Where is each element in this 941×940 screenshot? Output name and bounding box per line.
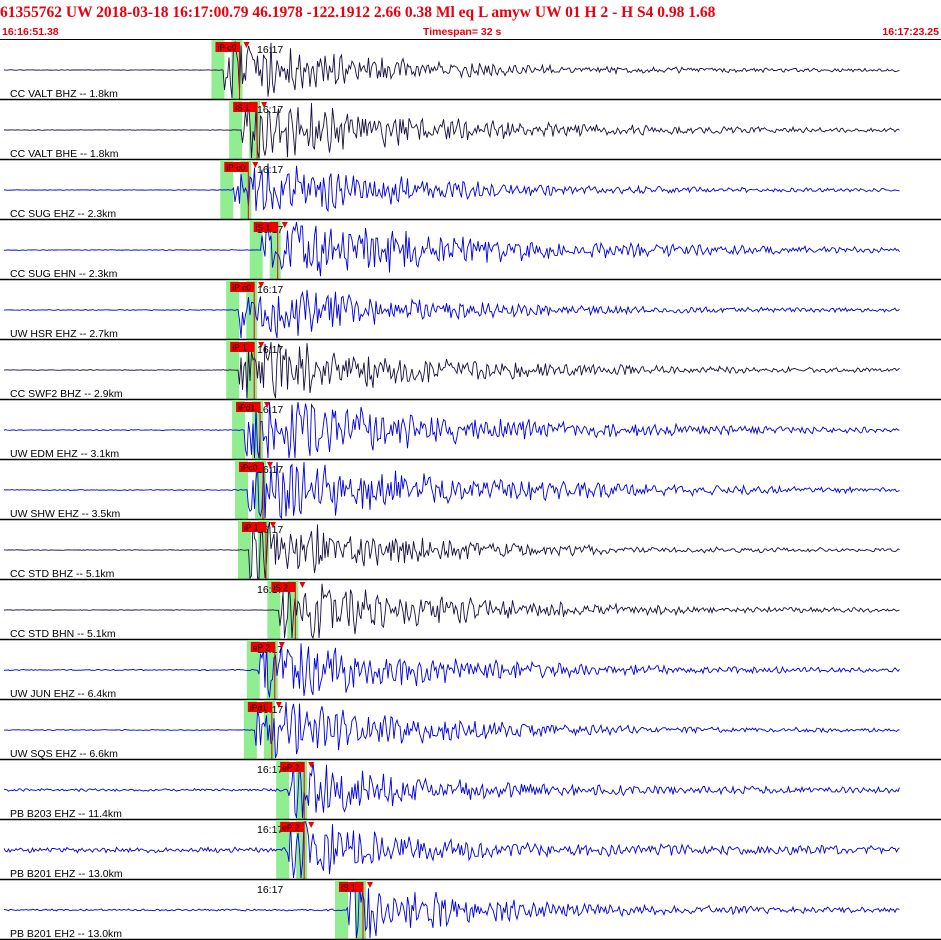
pick-label: iPd1: [250, 703, 267, 713]
pick-label: iP c0: [217, 43, 236, 53]
pick-label: iP 1: [244, 523, 259, 533]
waveform-trace: [3, 401, 900, 459]
seismogram-panels[interactable]: 16:17 iP c0 CC VALT BHZ -- 1.8km 16:17 iS 1 C…: [0, 40, 941, 940]
waveform-trace: [3, 221, 900, 277]
pick-label: iPc0: [241, 463, 258, 473]
waveform-trace: [3, 761, 900, 819]
panel-time-label: 16:17: [257, 104, 283, 116]
pick-label: eP 2: [282, 763, 300, 773]
station-label: CC VALT BHZ -- 1.8km: [10, 88, 118, 100]
station-label: UW EDM EHZ -- 3.1km: [10, 448, 119, 460]
waveform-trace: [3, 641, 900, 698]
trace-panel: 16:17 iS 1 PB B201 EH2 -- 13.0km: [0, 880, 941, 940]
waveform-trace: [3, 821, 900, 879]
station-label: CC STD BHN -- 5.1km: [10, 628, 116, 640]
trace-panel: 16:17iPd1UW SQS EHZ -- 6.6km: [0, 700, 941, 761]
trace-panel: 16:17iPc0UW SHW EHZ -- 3.5km: [0, 460, 941, 521]
trace-panel: 16:17eP 2 PB B203 EHZ -- 11.4km: [0, 760, 941, 821]
pick-triangle: [308, 822, 315, 828]
station-label: CC SWF2 BHZ -- 2.9km: [10, 388, 123, 400]
pick-label: iS 1: [235, 103, 250, 113]
station-label: CC SUG EHN -- 2.3km: [10, 268, 118, 280]
waveform-trace: [3, 341, 900, 399]
waveform-trace: [3, 701, 900, 759]
trace-panel: 16:17eP 2UW JUN EHZ -- 6.4km: [0, 640, 941, 701]
station-label: CC VALT BHE -- 1.8km: [10, 148, 119, 160]
pick-label: iP c0: [232, 283, 251, 293]
window-end-time: 16:17:23.25: [882, 26, 939, 38]
waveform-trace: [3, 101, 900, 159]
waveform-trace: [4, 289, 900, 339]
timespan-label: Timespan= 32 s: [423, 26, 502, 38]
trace-panel: 16:17iPd1 UW EDM EHZ -- 3.1km: [0, 400, 941, 461]
waveform-trace: [3, 40, 900, 99]
station-label: PB B203 EHZ -- 11.4km: [10, 808, 122, 820]
trace-panel: 16:17 iP c0 CC VALT BHZ -- 1.8km: [0, 40, 941, 101]
trace-panel: 16:17iS 2CC STD BHN -- 5.1km: [0, 580, 941, 641]
trace-panel: 16:17 iP c0 CC SUG EHZ -- 2.3km: [0, 160, 941, 221]
trace-panel: 16:17iP 1CC STD BHZ -- 5.1km: [0, 520, 941, 581]
pick-label: iS 1: [256, 223, 271, 233]
window-start-time: 16:16:51.38: [2, 26, 59, 38]
event-header: 61355762 UW 2018-03-18 16:17:00.79 46.19…: [0, 0, 941, 40]
pick-label: iPd1: [238, 403, 255, 413]
station-label: UW SQS EHZ -- 6.6km: [10, 748, 118, 760]
pick-triangle: [299, 582, 306, 588]
waveform-trace: [3, 881, 900, 939]
panel-time-label: 16:17: [257, 164, 283, 176]
pick-label: eP 2: [253, 643, 271, 653]
event-summary: 61355762 UW 2018-03-18 16:17:00.79 46.19…: [0, 4, 716, 21]
station-label: UW SHW EHZ -- 3.5km: [10, 508, 120, 520]
waveform-trace: [3, 163, 900, 213]
trace-panel: 16:17iP 1CC SWF2 BHZ -- 2.9km: [0, 340, 941, 401]
waveform-trace: [3, 583, 900, 640]
panel-time-label: 16:17: [257, 44, 283, 56]
trace-panel: 16:17eP 2 PB B201 EHZ -- 13.0km: [0, 820, 941, 881]
trace-panel: 16:17 iS 1 CC VALT BHE -- 1.8km: [0, 100, 941, 161]
panel-time-label: 16:17: [257, 884, 283, 896]
panel-time-label: 16:17: [257, 764, 283, 776]
station-label: CC SUG EHZ -- 2.3km: [10, 208, 116, 220]
station-label: PB B201 EH2 -- 13.0km: [10, 928, 122, 940]
pick-triangle: [366, 882, 373, 888]
station-label: UW JUN EHZ -- 6.4km: [10, 688, 116, 700]
waveform-trace: [3, 461, 900, 520]
trace-panel: 16:17iS 1CC SUG EHN -- 2.3km: [0, 220, 941, 281]
waveform-trace: [4, 521, 900, 580]
pick-label: iS 1: [341, 883, 356, 893]
pick-label: iP c0: [226, 163, 245, 173]
pick-label: iS 2: [273, 583, 288, 593]
trace-panel: 16:17iP c0UW HSR EHZ -- 2.7km: [0, 280, 941, 341]
station-label: CC STD BHZ -- 5.1km: [10, 568, 115, 580]
station-label: UW HSR EHZ -- 2.7km: [10, 328, 118, 340]
panel-time-label: 16:17: [257, 404, 283, 416]
station-label: PB B201 EHZ -- 13.0km: [10, 868, 123, 880]
panel-time-label: 16:17: [257, 824, 283, 836]
pick-label: eP 2: [282, 823, 300, 833]
pick-label: iP 1: [232, 343, 247, 353]
